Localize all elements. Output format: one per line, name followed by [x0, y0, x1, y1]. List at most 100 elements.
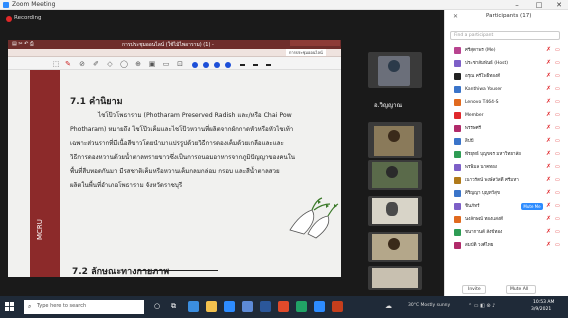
camera-off-icon[interactable]: ▭: [555, 125, 561, 131]
camera-off-icon[interactable]: ▭: [555, 177, 561, 183]
ruler-icon[interactable]: ▭: [162, 60, 170, 68]
shape-icon[interactable]: ⊕: [134, 60, 142, 68]
camera-off-icon[interactable]: ▭: [555, 190, 561, 196]
mute-all-button[interactable]: Mute All: [510, 287, 528, 292]
mail-icon[interactable]: [242, 301, 253, 312]
line-icon[interactable]: [296, 301, 307, 312]
participant-name: พีรยุทธ์ บุญขจร มหาวิทยาลัย: [465, 152, 521, 157]
section-title-2: 7.2 ลักษณะทางกายภาพ: [72, 267, 170, 277]
clock-date[interactable]: 3/9/2021: [531, 307, 551, 312]
participant-avatar: [454, 60, 461, 67]
edge-icon[interactable]: [188, 301, 199, 312]
invite-button[interactable]: Invite: [468, 287, 481, 292]
mic-muted-icon[interactable]: ✗: [546, 47, 552, 53]
mic-muted-icon[interactable]: ✗: [546, 203, 552, 209]
camera-off-icon[interactable]: ▭: [555, 112, 561, 118]
cortana-icon[interactable]: ○: [154, 302, 160, 310]
paragraph-line: Photharam) หมายถึง ไชโป๊วเค็มและไชโป๊วหว…: [70, 126, 294, 133]
chrome-icon[interactable]: [278, 301, 289, 312]
mic-muted-icon[interactable]: ✗: [546, 86, 552, 92]
close-button[interactable]: ✕: [552, 0, 566, 10]
camera-off-icon[interactable]: ▭: [555, 73, 561, 79]
recording-icon: [6, 16, 12, 22]
participant-avatar: [454, 125, 461, 132]
video-tile-2[interactable]: [368, 122, 422, 158]
camera-off-icon[interactable]: ▭: [555, 216, 561, 222]
camera-off-icon[interactable]: ▭: [555, 60, 561, 66]
participant-avatar: [454, 229, 461, 236]
minimize-button[interactable]: –: [510, 0, 524, 10]
windows-start-icon[interactable]: [5, 302, 14, 311]
zoom-taskbar-icon[interactable]: [314, 301, 325, 312]
mic-muted-icon[interactable]: ✗: [546, 73, 552, 79]
paragraph-line: วิธีการดองหวานด้วยน้ำตาลทรายขาวซึ่งเป็นก…: [70, 154, 296, 161]
mic-muted-icon[interactable]: ✗: [546, 242, 552, 248]
mic-muted-icon[interactable]: ✗: [546, 99, 552, 105]
pen-color-blue-3[interactable]: [214, 62, 220, 68]
weather-icon[interactable]: ☁: [385, 302, 392, 310]
video-tile-3[interactable]: [368, 160, 422, 190]
title-underline: [138, 270, 218, 271]
mic-muted-icon[interactable]: ✗: [546, 125, 552, 131]
shared-window-tab[interactable]: การประชุมออนไลน์: [286, 49, 326, 56]
clock-time[interactable]: 10:53 AM: [533, 300, 554, 305]
participant-name: ประชาสัมพันธ์ (Host): [465, 61, 508, 66]
powerpoint-icon[interactable]: [332, 301, 343, 312]
pen-width-2[interactable]: [253, 64, 258, 66]
participant-name: Kanthiwa Youser: [465, 87, 502, 92]
select-tool-icon[interactable]: ⬚: [52, 60, 60, 68]
pen-width-1[interactable]: [240, 64, 245, 66]
highlighter-icon[interactable]: ⊘: [78, 60, 86, 68]
mic-muted-icon[interactable]: ✗: [546, 229, 552, 235]
video-tile-5[interactable]: [368, 232, 422, 262]
camera-off-icon[interactable]: ▭: [555, 99, 561, 105]
mic-muted-icon[interactable]: ✗: [546, 216, 552, 222]
participant-avatar: [454, 112, 461, 119]
text-icon[interactable]: ▣: [148, 60, 156, 68]
store-icon[interactable]: [224, 301, 235, 312]
image-icon[interactable]: ⊡: [176, 60, 184, 68]
mic-muted-icon[interactable]: ✗: [546, 164, 552, 170]
mute-me-button[interactable]: Mute Me: [521, 203, 543, 210]
mic-muted-icon[interactable]: ✗: [546, 138, 552, 144]
panel-collapse-icon[interactable]: ✕: [453, 13, 458, 20]
video-tile-4[interactable]: [368, 196, 422, 226]
maximize-button[interactable]: □: [532, 0, 546, 10]
pen-width-3[interactable]: [266, 64, 271, 66]
radish-illustration: [289, 197, 339, 239]
video-tile-1[interactable]: [368, 52, 422, 88]
mic-muted-icon[interactable]: ✗: [546, 190, 552, 196]
file-explorer-icon[interactable]: [206, 301, 217, 312]
camera-off-icon[interactable]: ▭: [555, 138, 561, 144]
camera-off-icon[interactable]: ▭: [555, 242, 561, 248]
camera-off-icon[interactable]: ▭: [555, 86, 561, 92]
camera-off-icon[interactable]: ▭: [555, 164, 561, 170]
camera-off-icon[interactable]: ▭: [555, 47, 561, 53]
lasso-icon[interactable]: ◯: [120, 60, 128, 68]
window-title-bar: [0, 0, 568, 10]
section-title: 7.1 คำนิยาม: [70, 97, 123, 107]
participant-search-input[interactable]: Find a participant: [450, 31, 560, 40]
shared-window-title: การประชุมออนไลน์ (ใช้ไม้ไพอาราม) (1) -: [122, 42, 214, 48]
camera-off-icon[interactable]: ▭: [555, 229, 561, 235]
pen-color-blue-4[interactable]: [225, 62, 231, 68]
mic-muted-icon[interactable]: ✗: [546, 177, 552, 183]
weather-text[interactable]: 30°C Mostly sunny: [408, 303, 450, 308]
pencil-icon[interactable]: ✐: [92, 60, 100, 68]
camera-off-icon[interactable]: ▭: [555, 203, 561, 209]
mic-muted-icon[interactable]: ✗: [546, 60, 552, 66]
word-icon[interactable]: [260, 301, 271, 312]
video-tile-6[interactable]: [368, 266, 422, 290]
pen-color-blue-2[interactable]: [203, 62, 209, 68]
task-view-icon[interactable]: ⧉: [171, 302, 176, 311]
participant-avatar: [454, 216, 461, 223]
mic-muted-icon[interactable]: ✗: [546, 112, 552, 118]
tray-icons[interactable]: ⌃ ▭ ◧ ⊛ ♪: [468, 303, 495, 309]
mic-muted-icon[interactable]: ✗: [546, 151, 552, 157]
pen-color-blue-1[interactable]: [192, 62, 198, 68]
participant-name: Lenovo T464-S: [465, 100, 499, 105]
camera-off-icon[interactable]: ▭: [555, 151, 561, 157]
pen-tool-icon[interactable]: ✎: [64, 60, 72, 68]
participant-name: ศรีสุดาพร (Me): [465, 48, 496, 53]
eraser-icon[interactable]: ◇: [106, 60, 114, 68]
